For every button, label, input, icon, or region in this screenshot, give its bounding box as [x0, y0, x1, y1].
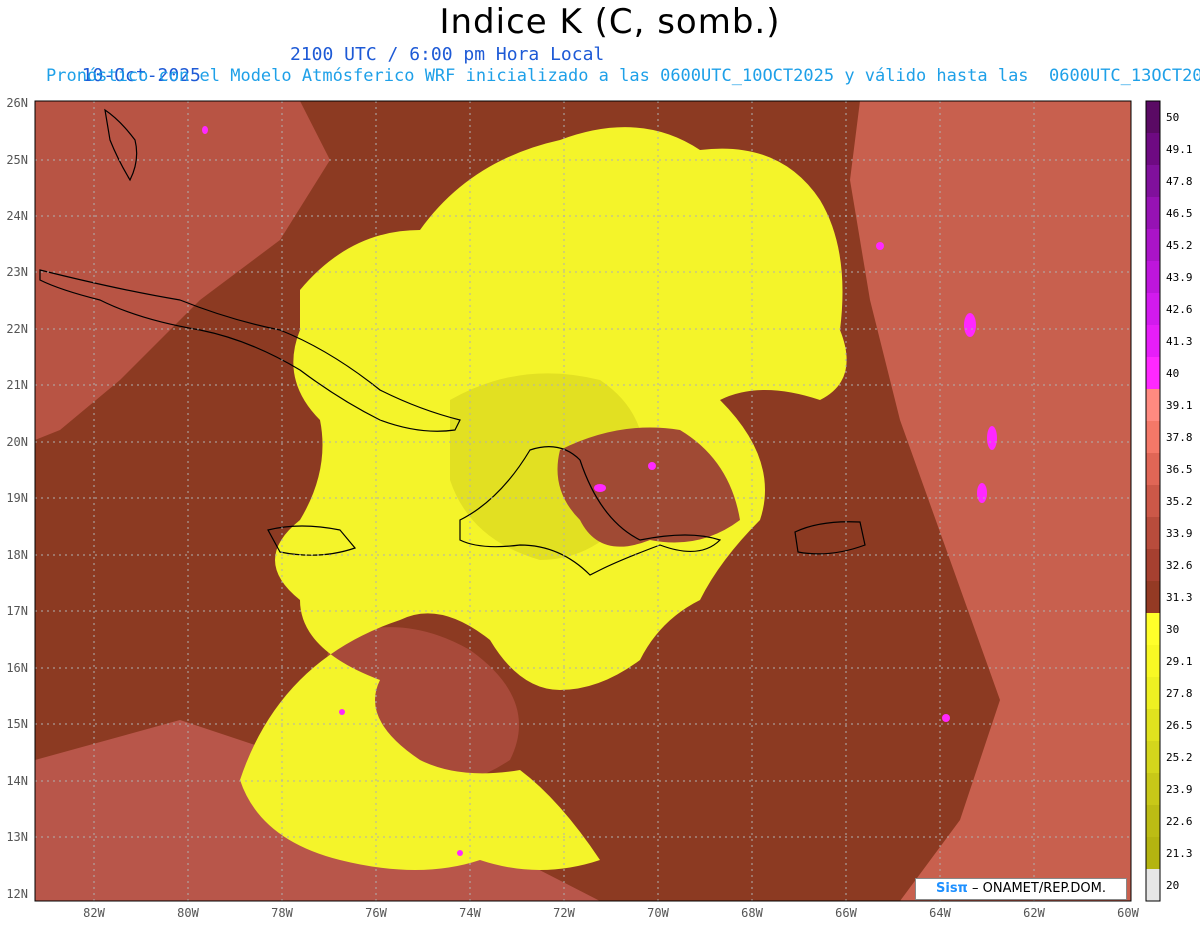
lon-label: 70W — [647, 906, 669, 920]
colorbar-label: 42.6 — [1166, 303, 1193, 316]
extreme-spot — [339, 709, 345, 715]
colorbar-label: 46.5 — [1166, 207, 1193, 220]
lon-label: 78W — [271, 906, 293, 920]
lat-label: 15N — [6, 717, 28, 731]
lat-label: 17N — [6, 604, 28, 618]
colorbar-label: 32.6 — [1166, 559, 1193, 572]
colorbar-swatch — [1146, 101, 1160, 133]
lat-label: 25N — [6, 153, 28, 167]
lat-label: 16N — [6, 661, 28, 675]
colorbar-label: 30 — [1166, 623, 1179, 636]
extreme-spot — [202, 126, 208, 134]
colorbar-label: 49.1 — [1166, 143, 1193, 156]
colorbar-label: 31.3 — [1166, 591, 1193, 604]
colorbar-swatch — [1146, 485, 1160, 517]
lon-label: 80W — [177, 906, 199, 920]
colorbar-label: 50 — [1166, 111, 1179, 124]
colorbar-label: 26.5 — [1166, 719, 1193, 732]
lat-label: 26N — [6, 96, 28, 110]
colorbar-label: 22.6 — [1166, 815, 1193, 828]
map-area — [35, 101, 1131, 901]
lat-label: 24N — [6, 209, 28, 223]
map-figure: 26N 25N 24N 23N 22N 21N 20N 19N 18N 17N … — [6, 96, 1193, 920]
colorbar-swatch — [1146, 517, 1160, 549]
lon-label: 76W — [365, 906, 387, 920]
colorbar-label: 40 — [1166, 367, 1179, 380]
lat-label: 12N — [6, 887, 28, 901]
lat-label: 19N — [6, 491, 28, 505]
colorbar-swatch — [1146, 645, 1160, 677]
credit-box: Sisπ – ONAMET/REP.DOM. — [915, 878, 1127, 900]
lon-label: 66W — [835, 906, 857, 920]
lon-label: 82W — [83, 906, 105, 920]
lat-label: 13N — [6, 830, 28, 844]
extreme-spot — [876, 242, 884, 250]
colorbar-label: 23.9 — [1166, 783, 1193, 796]
lon-label: 64W — [929, 906, 951, 920]
lon-label: 62W — [1023, 906, 1045, 920]
extreme-spot — [964, 313, 976, 337]
colorbar-swatch — [1146, 549, 1160, 581]
lat-label: 21N — [6, 378, 28, 392]
colorbar-swatch — [1146, 357, 1160, 389]
longitude-axis: 82W 80W 78W 76W 74W 72W 70W 68W 66W 64W … — [83, 906, 1139, 920]
colorbar-label: 20 — [1166, 879, 1179, 892]
colorbar-swatch — [1146, 325, 1160, 357]
extreme-spot — [457, 850, 463, 856]
colorbar-swatch — [1146, 293, 1160, 325]
colorbar-swatch — [1146, 869, 1160, 901]
colorbar-swatch — [1146, 805, 1160, 837]
colorbar-swatch — [1146, 773, 1160, 805]
lat-label: 20N — [6, 435, 28, 449]
colorbar-label: 41.3 — [1166, 335, 1193, 348]
colorbar-swatch — [1146, 261, 1160, 293]
colorbar-label: 29.1 — [1166, 655, 1193, 668]
extreme-spot — [977, 483, 987, 503]
credit-org: – ONAMET/REP.DOM. — [967, 881, 1106, 896]
colorbar-swatch — [1146, 197, 1160, 229]
colorbar-swatch — [1146, 453, 1160, 485]
colorbar-swatch — [1146, 389, 1160, 421]
colorbar-label: 33.9 — [1166, 527, 1193, 540]
colorbar-swatch — [1146, 741, 1160, 773]
lon-label: 72W — [553, 906, 575, 920]
colorbar-swatch — [1146, 837, 1160, 869]
colorbar-label: 36.5 — [1166, 463, 1193, 476]
colorbar-label: 47.8 — [1166, 175, 1193, 188]
colorbar-swatch — [1146, 133, 1160, 165]
colorbar-label: 45.2 — [1166, 239, 1193, 252]
colorbar-swatch — [1146, 709, 1160, 741]
colorbar-label: 25.2 — [1166, 751, 1193, 764]
colorbar: 50 49.1 47.8 46.5 45.2 43.9 42.6 41.3 40 39.1 37.8… — [1145, 100, 1193, 902]
credit-brand: Sisπ — [936, 881, 968, 896]
lat-label: 18N — [6, 548, 28, 562]
extreme-spot — [594, 484, 606, 492]
colorbar-swatch — [1146, 613, 1160, 645]
colorbar-label: 39.1 — [1166, 399, 1193, 412]
latitude-axis: 26N 25N 24N 23N 22N 21N 20N 19N 18N 17N … — [6, 96, 28, 901]
colorbar-label: 27.8 — [1166, 687, 1193, 700]
colorbar-swatch — [1146, 229, 1160, 261]
colorbar-label: 21.3 — [1166, 847, 1193, 860]
lat-label: 23N — [6, 265, 28, 279]
extreme-spot — [648, 462, 656, 470]
lat-label: 14N — [6, 774, 28, 788]
extreme-spot — [987, 426, 997, 450]
colorbar-label: 37.8 — [1166, 431, 1193, 444]
colorbar-swatch — [1146, 677, 1160, 709]
colorbar-label: 35.2 — [1166, 495, 1193, 508]
colorbar-swatch — [1146, 581, 1160, 613]
extreme-spot — [942, 714, 950, 722]
lon-label: 60W — [1117, 906, 1139, 920]
lon-label: 68W — [741, 906, 763, 920]
colorbar-swatch — [1146, 165, 1160, 197]
lat-label: 22N — [6, 322, 28, 336]
lon-label: 74W — [459, 906, 481, 920]
colorbar-swatch — [1146, 421, 1160, 453]
colorbar-label: 43.9 — [1166, 271, 1193, 284]
